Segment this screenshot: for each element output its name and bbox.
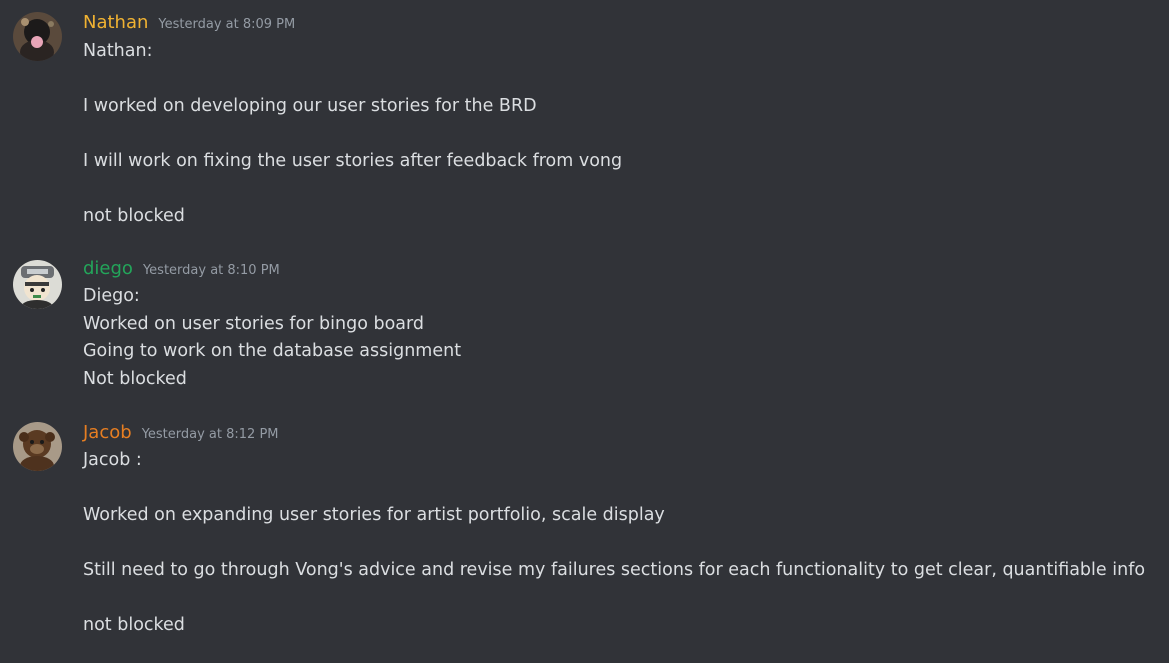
avatar-image [13,422,62,471]
message-content: Jacob : Worked on expanding user stories… [83,447,1145,640]
message-content: Nathan: I worked on developing our user … [83,38,622,231]
message-header: Nathan Yesterday at 8:09 PM [83,12,295,36]
message-header: diego Yesterday at 8:10 PM [83,258,280,282]
message-line: Going to work on the database assignment [83,341,462,361]
username[interactable]: Nathan [83,12,148,34]
message-line: Worked on user stories for bingo board [83,313,425,334]
message-line: Still need to go through Vong's advice a… [83,560,1146,580]
avatar-image [13,260,62,309]
message-line: I worked on developing our user stories … [83,96,537,116]
message-line: Worked on expanding user stories for art… [83,505,665,525]
message-line: Nathan: [83,41,153,61]
message-line [83,176,622,204]
message-line [83,585,1145,613]
timestamp[interactable]: Yesterday at 8:10 PM [143,263,280,279]
message-line [83,475,1145,503]
message-line: Jacob : [83,450,142,470]
message-line [83,530,1145,558]
message-header: Jacob Yesterday at 8:12 PM [83,422,279,446]
jacob-avatar[interactable] [13,422,62,471]
timestamp[interactable]: Yesterday at 8:12 PM [142,427,279,443]
nathan-avatar[interactable] [13,12,62,61]
message-line: Diego: [83,286,140,306]
chat-message-list: Nathan Yesterday at 8:09 PM Nathan: I wo… [0,0,1169,663]
message-line: Not blocked [83,368,187,389]
message-content: Diego: Worked on user stories for bingo … [83,283,461,393]
avatar-image [13,12,62,61]
message-line: I will work on fixing the user stories a… [83,151,623,171]
message-line [83,121,622,149]
message-line [83,66,622,94]
username[interactable]: diego [83,258,133,280]
diego-avatar[interactable] [13,260,62,309]
timestamp[interactable]: Yesterday at 8:09 PM [158,17,295,33]
message-line: not blocked [83,615,185,635]
message-line: not blocked [83,206,185,226]
username[interactable]: Jacob [83,422,132,444]
